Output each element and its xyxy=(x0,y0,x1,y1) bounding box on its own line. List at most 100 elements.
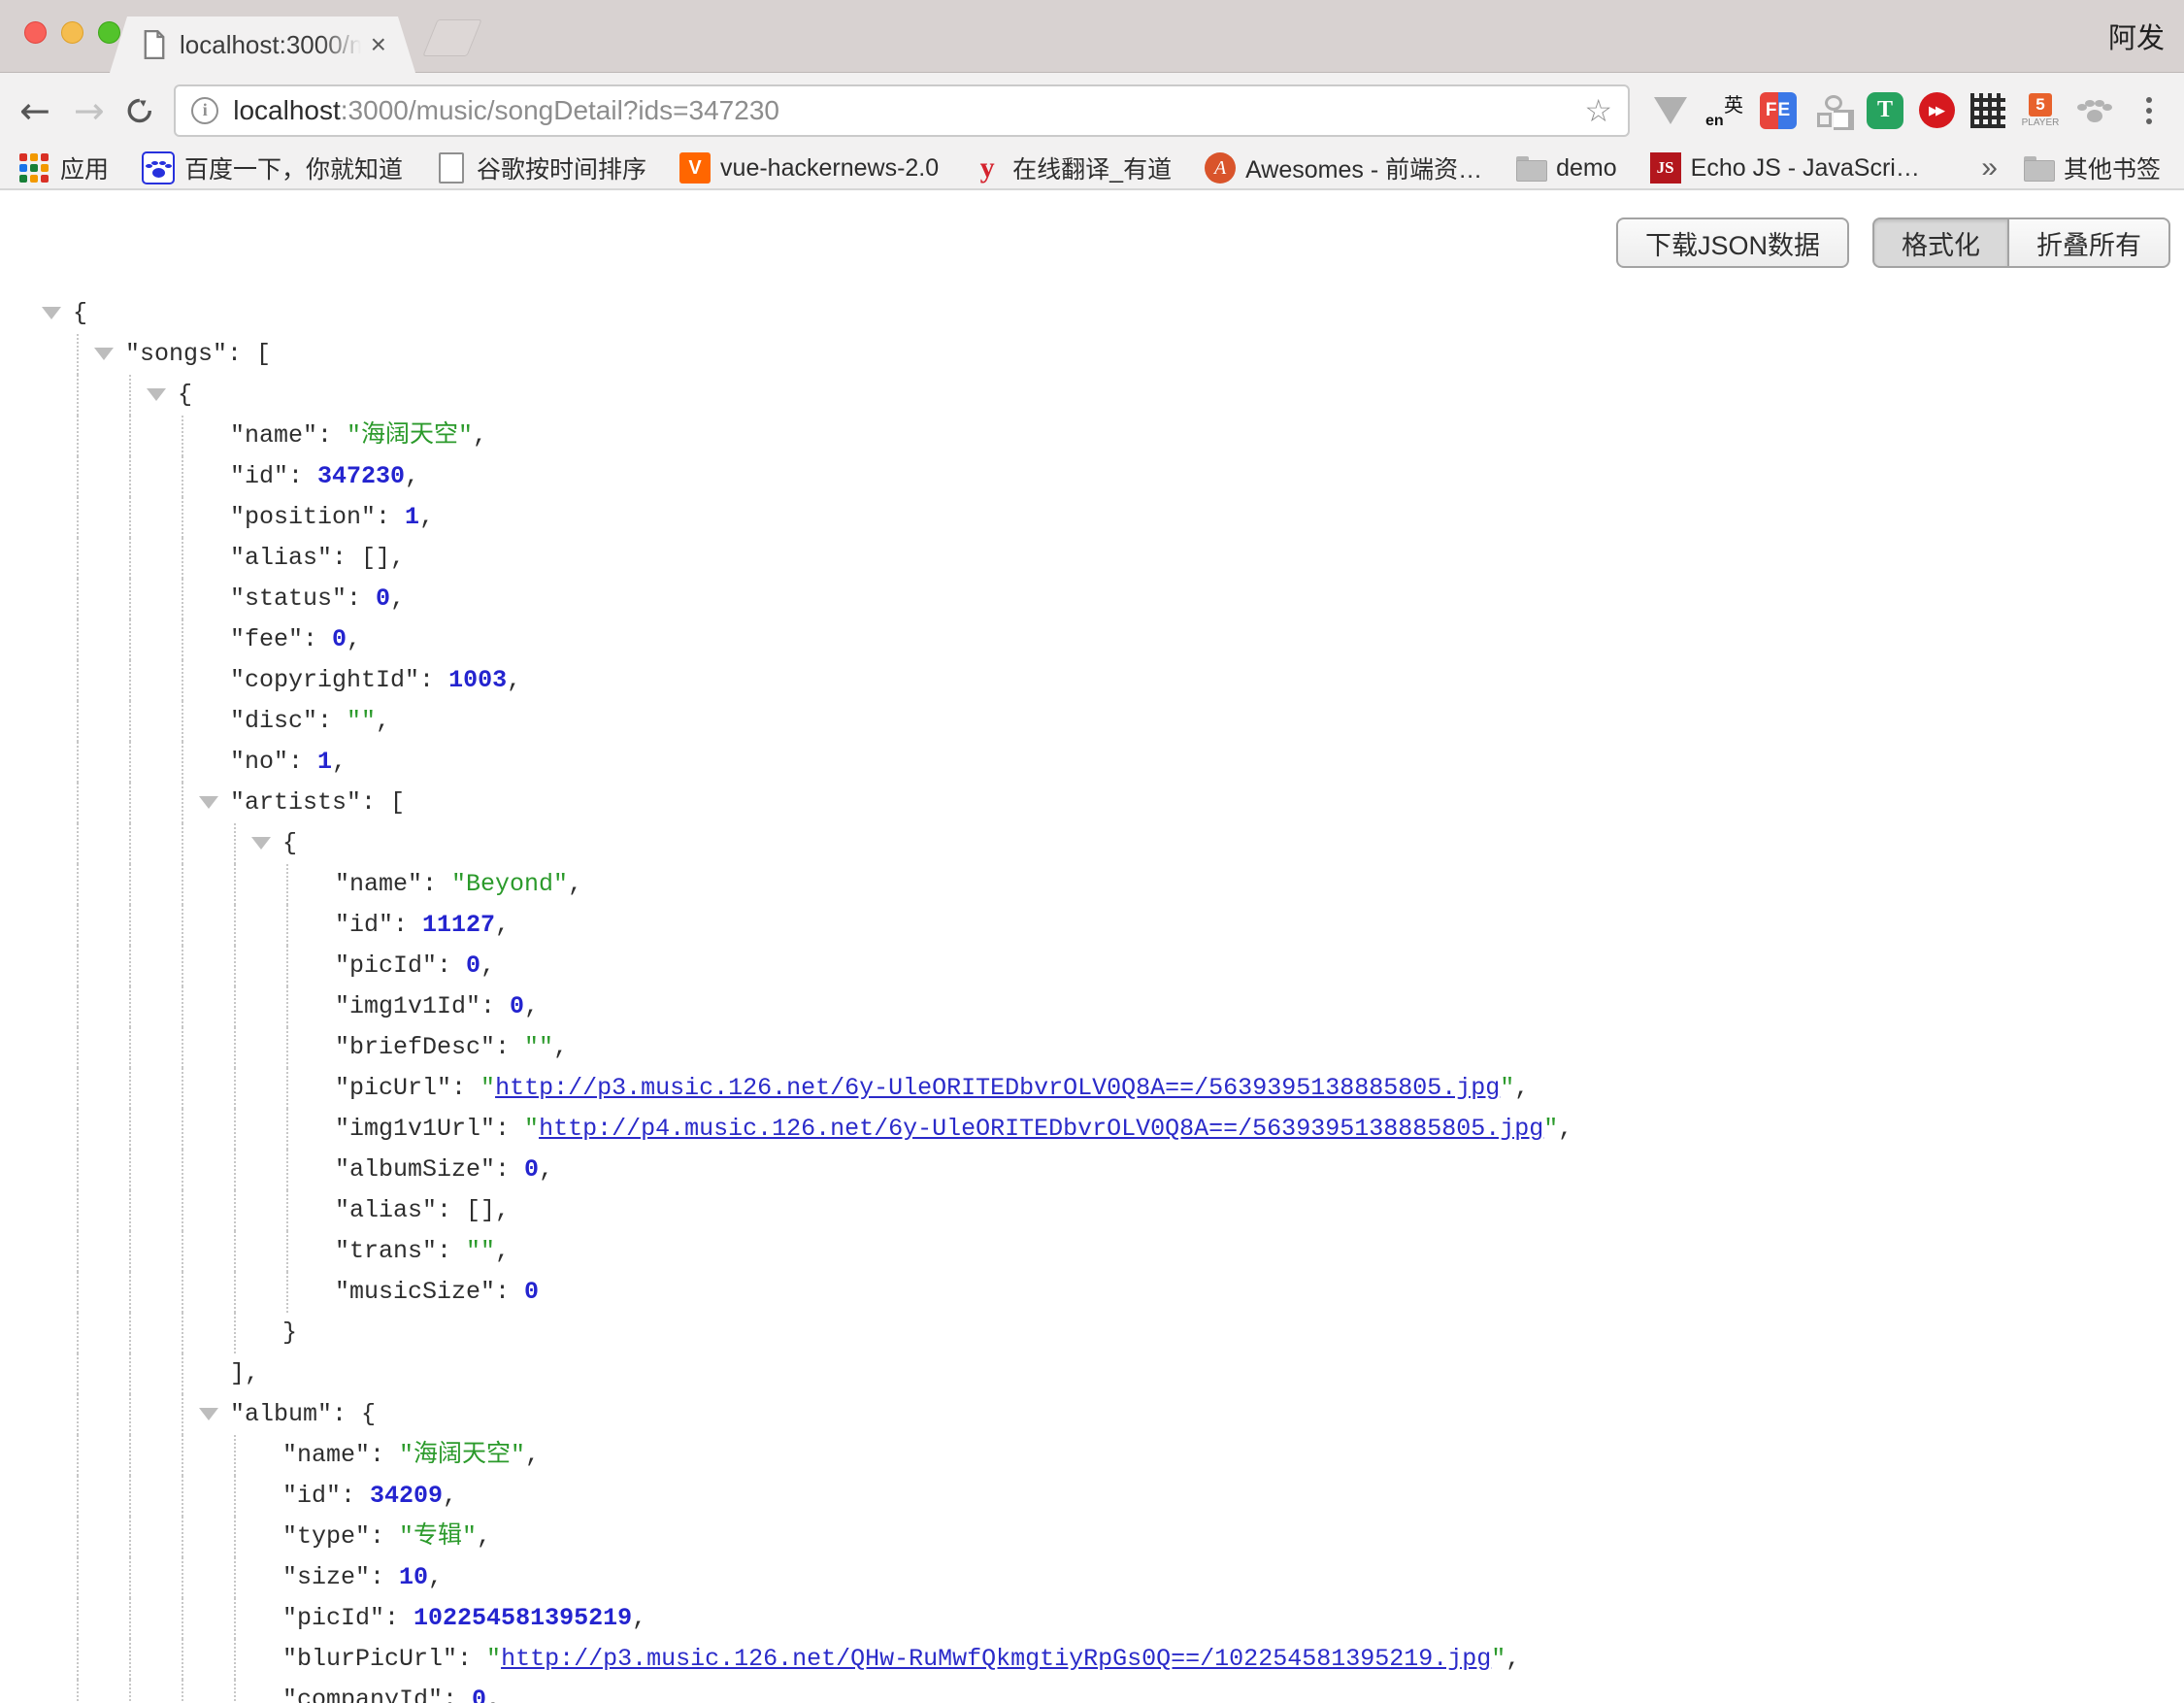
collapse-toggle-icon[interactable] xyxy=(199,1408,218,1420)
json-line: "no": 1, xyxy=(0,742,2184,783)
other-bookmarks-button[interactable]: 其他书签 xyxy=(2023,150,2161,185)
download-json-button[interactable]: 下载JSON数据 xyxy=(1616,217,1849,268)
json-key: "briefDesc" xyxy=(335,1033,495,1061)
url-link[interactable]: http://p4.music.126.net/6y-UleORITEDbvrO… xyxy=(539,1115,1543,1143)
json-punctuation: } xyxy=(282,1319,297,1347)
json-punctuation: : xyxy=(457,1645,486,1673)
collapse-toggle-icon[interactable] xyxy=(199,796,218,809)
title-bar: localhost:3000/music/songDet × 阿发 xyxy=(0,0,2184,73)
bookmark-item[interactable]: AAwesomes - 前端资… xyxy=(1205,150,1482,185)
translate-icon[interactable]: 英en xyxy=(1705,91,1744,130)
format-button[interactable]: 格式化 xyxy=(1872,217,2009,268)
browser-menu-icon[interactable] xyxy=(2130,91,2168,130)
minimize-window-button[interactable] xyxy=(61,21,83,44)
fe-icon[interactable]: FE xyxy=(1760,92,1797,129)
json-punctuation: , xyxy=(632,1604,646,1632)
json-string-value: "Beyond" xyxy=(451,870,568,898)
vue-devtools-icon[interactable] xyxy=(1651,91,1690,130)
indent-guide xyxy=(182,538,183,579)
indent-guide xyxy=(234,1231,236,1272)
icon-glyph: T xyxy=(1877,97,1893,123)
indent-guide xyxy=(182,1598,183,1639)
tampermonkey-icon[interactable]: T xyxy=(1867,92,1903,129)
url-link[interactable]: http://p3.music.126.net/QHw-RuMwfQkmgtiy… xyxy=(501,1645,1491,1673)
json-string-value: "" xyxy=(524,1033,553,1061)
string-quote: " xyxy=(1500,1074,1514,1102)
collapse-toggle-icon[interactable] xyxy=(147,388,166,401)
json-key: "alias" xyxy=(335,1196,437,1224)
indent-guide xyxy=(234,1476,236,1517)
html5-player-icon[interactable]: 5PLAYER xyxy=(2021,91,2060,130)
close-window-button[interactable] xyxy=(24,21,47,44)
json-line: "id": 34209, xyxy=(0,1476,2184,1517)
json-key: "companyId" xyxy=(282,1686,443,1703)
bookmark-star-icon[interactable]: ☆ xyxy=(1584,92,1612,129)
icon-subtext: PLAYER xyxy=(2022,117,2060,128)
json-key: "picId" xyxy=(335,952,437,980)
json-punctuation: : [ xyxy=(361,788,405,817)
indent-guide xyxy=(234,1639,236,1680)
json-punctuation: : xyxy=(288,462,317,490)
indent-guide xyxy=(234,1068,236,1109)
bookmark-item[interactable]: JSEcho JS - JavaScri… xyxy=(1650,152,1920,184)
bookmark-item[interactable]: 应用 xyxy=(19,150,109,185)
icon-glyph: A xyxy=(1214,157,1226,180)
json-key: "status" xyxy=(230,584,347,613)
reload-button[interactable] xyxy=(124,95,155,126)
collapse-toggle-icon[interactable] xyxy=(42,307,61,319)
bookmark-label: demo xyxy=(1556,154,1617,183)
url-bar[interactable]: i localhost:3000/music/songDetail?ids=34… xyxy=(174,84,1630,137)
collapse-toggle-icon[interactable] xyxy=(251,837,271,850)
json-string-value: "" xyxy=(466,1237,495,1265)
maximize-window-button[interactable] xyxy=(98,21,120,44)
json-number-value: 34209 xyxy=(370,1482,443,1510)
json-line: "blurPicUrl": "http://p3.music.126.net/Q… xyxy=(0,1639,2184,1680)
bookmark-item[interactable]: demo xyxy=(1515,152,1617,184)
indent-guide xyxy=(182,905,183,946)
forward-button[interactable]: → xyxy=(74,92,105,129)
url-text[interactable]: localhost:3000/music/songDetail?ids=3472… xyxy=(233,95,1574,126)
bookmark-item[interactable]: 谷歌按时间排序 xyxy=(436,150,646,185)
active-tab[interactable]: localhost:3000/music/songDet × xyxy=(110,17,415,73)
json-line: "alias": [], xyxy=(0,538,2184,579)
indent-guide xyxy=(182,1353,183,1394)
profile-name[interactable]: 阿发 xyxy=(2108,16,2165,56)
tab-close-icon[interactable]: × xyxy=(371,31,386,58)
video-speed-icon[interactable]: ▶▶ xyxy=(1919,92,1955,128)
page-favicon-icon xyxy=(143,30,166,59)
indent-guide xyxy=(129,701,131,742)
indent-guide xyxy=(286,1027,288,1068)
bookmark-item[interactable]: Vvue-hackernews-2.0 xyxy=(679,152,939,184)
indent-guide xyxy=(129,1598,131,1639)
indent-guide xyxy=(77,1109,79,1150)
indent-guide xyxy=(182,660,183,701)
bookmark-item[interactable]: 百度一下，你就知道 xyxy=(142,150,403,185)
collapse-toggle-icon[interactable] xyxy=(94,348,114,360)
json-punctuation: , xyxy=(480,952,495,980)
back-button[interactable]: ← xyxy=(19,92,50,129)
json-number-value: 0 xyxy=(466,952,480,980)
info-icon[interactable]: i xyxy=(191,97,218,124)
collapse-all-button[interactable]: 折叠所有 xyxy=(2009,217,2170,268)
indent-guide xyxy=(182,783,183,823)
json-line: "picUrl": "http://p3.music.126.net/6y-Ul… xyxy=(0,1068,2184,1109)
json-string-value: "海阔天空" xyxy=(399,1441,525,1469)
indent-guide xyxy=(182,619,183,660)
url-link[interactable]: http://p3.music.126.net/6y-UleORITEDbvrO… xyxy=(495,1074,1500,1102)
new-tab-button[interactable] xyxy=(422,19,481,56)
icon-glyph: y xyxy=(980,151,995,184)
qr-code-icon[interactable] xyxy=(1970,93,2005,128)
sitemap-icon[interactable] xyxy=(1812,91,1851,130)
json-punctuation: ], xyxy=(230,1359,259,1387)
bookmark-item[interactable]: y在线翻译_有道 xyxy=(972,150,1172,185)
indent-guide xyxy=(77,1639,79,1680)
json-key: "position" xyxy=(230,503,376,531)
tab-title: localhost:3000/music/songDet xyxy=(180,30,361,60)
indent-guide xyxy=(77,1435,79,1476)
paw-icon[interactable] xyxy=(2075,91,2114,130)
indent-guide xyxy=(182,1435,183,1476)
json-line: "name": "Beyond", xyxy=(0,864,2184,905)
bookmarks-overflow-chevron[interactable]: » xyxy=(1981,151,1998,184)
json-key: "artists" xyxy=(230,788,361,817)
json-key: "type" xyxy=(282,1522,370,1551)
